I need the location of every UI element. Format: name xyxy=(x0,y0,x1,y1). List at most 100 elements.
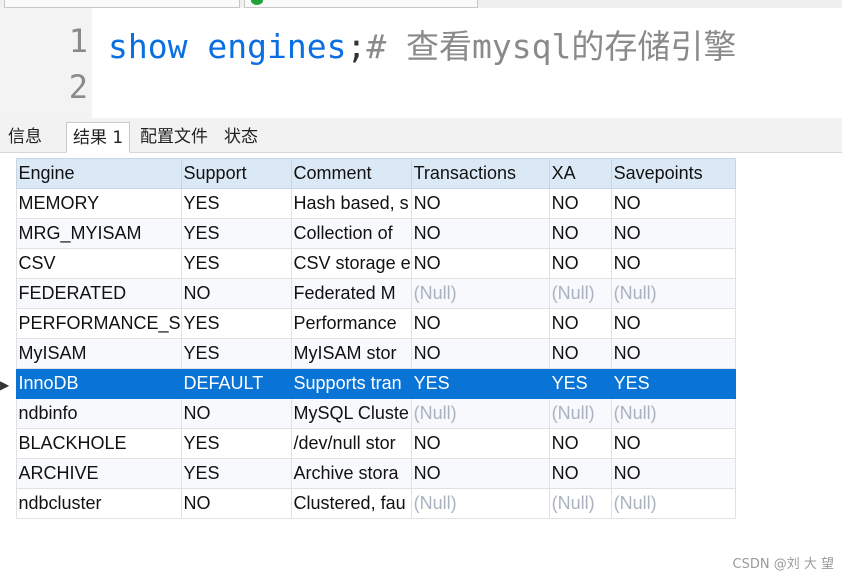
cell-engine[interactable]: ARCHIVE xyxy=(15,458,182,489)
cell-engine[interactable]: CSV xyxy=(15,248,182,279)
cell-engine[interactable]: MyISAM xyxy=(15,338,182,369)
cell-savepoints[interactable]: (Null) xyxy=(610,398,736,429)
cell-comment[interactable]: Performance xyxy=(290,308,412,339)
cell-comment[interactable]: Clustered, fau xyxy=(290,488,412,519)
table-row[interactable]: BLACKHOLE YES/dev/null stor NO NO NO xyxy=(0,428,736,459)
watermark: CSDN @刘 大 望 xyxy=(732,557,834,572)
table-row[interactable]: MEMORY YES Hash based, s NO NO NO xyxy=(0,188,736,219)
cell-engine[interactable]: MRG_MYISAM xyxy=(15,218,182,249)
cell-comment[interactable]: MySQL Cluste xyxy=(290,398,412,429)
cell-engine[interactable]: InnoDB xyxy=(15,368,182,399)
cell-transactions[interactable]: NO xyxy=(410,248,550,279)
cell-transactions[interactable]: NO xyxy=(410,308,550,339)
cell-savepoints[interactable]: YES xyxy=(610,368,736,399)
cell-support[interactable]: NO xyxy=(180,488,292,519)
cell-transactions[interactable]: NO xyxy=(410,428,550,459)
window-tab[interactable] xyxy=(244,0,478,8)
cell-comment[interactable]: Collection of xyxy=(290,218,412,249)
cell-support[interactable]: YES xyxy=(180,428,292,459)
cell-xa[interactable]: (Null) xyxy=(548,488,612,519)
column-header-comment[interactable]: Comment xyxy=(290,158,412,189)
cell-xa[interactable]: (Null) xyxy=(548,278,612,309)
code-line[interactable]: show engines;# 查看mysql的存储引擎 xyxy=(108,20,736,68)
table-row[interactable]: PERFORMANCE_S YES Performance NO NO NO xyxy=(0,308,736,339)
cell-comment[interactable]: /dev/null stor xyxy=(290,428,412,459)
cell-transactions[interactable]: (Null) xyxy=(410,398,550,429)
cell-transactions[interactable]: NO xyxy=(410,338,550,369)
table-row[interactable]: ARCHIVE YES Archive stora NO NO NO xyxy=(0,458,736,489)
column-header-engine[interactable]: Engine xyxy=(15,158,182,189)
cell-xa[interactable]: NO xyxy=(548,248,612,279)
row-indicator xyxy=(0,338,16,369)
cell-savepoints[interactable]: (Null) xyxy=(610,278,736,309)
cell-comment[interactable]: CSV storage e xyxy=(290,248,412,279)
sql-comment: # 查看mysql的存储引擎 xyxy=(366,27,737,66)
column-header-savepoints[interactable]: Savepoints xyxy=(610,158,736,189)
cell-savepoints[interactable]: NO xyxy=(610,308,736,339)
cell-xa[interactable]: YES xyxy=(548,368,612,399)
cell-comment[interactable]: MyISAM stor xyxy=(290,338,412,369)
table-row[interactable]: MyISAM YES MyISAM stor NO NO NO xyxy=(0,338,736,369)
cell-savepoints[interactable]: NO xyxy=(610,458,736,489)
cell-comment[interactable]: Hash based, s xyxy=(290,188,412,219)
cell-engine[interactable]: ndbinfo xyxy=(15,398,182,429)
cell-engine[interactable]: FEDERATED xyxy=(15,278,182,309)
table-row[interactable]: MRG_MYISAM YES Collection of NO NO NO xyxy=(0,218,736,249)
cell-savepoints[interactable]: NO xyxy=(610,218,736,249)
cell-support[interactable]: YES xyxy=(180,188,292,219)
column-header-xa[interactable]: XA xyxy=(548,158,612,189)
cell-support[interactable]: NO xyxy=(180,398,292,429)
cell-xa[interactable]: NO xyxy=(548,218,612,249)
row-indicator xyxy=(0,218,16,249)
table-row[interactable]: ndbcluster NO Clustered, fau (Null) (Null) (N… xyxy=(0,488,736,519)
cell-xa[interactable]: NO xyxy=(548,458,612,489)
row-indicator xyxy=(0,398,16,429)
cell-transactions[interactable]: (Null) xyxy=(410,488,550,519)
cell-comment[interactable]: Federated M xyxy=(290,278,412,309)
cell-transactions[interactable]: NO xyxy=(410,218,550,249)
cell-xa[interactable]: NO xyxy=(548,428,612,459)
column-header-support[interactable]: Support xyxy=(180,158,292,189)
tab-status[interactable]: 状态 xyxy=(218,122,264,152)
cell-engine[interactable]: MEMORY xyxy=(15,188,182,219)
line-number: 1 xyxy=(68,22,88,60)
cell-savepoints[interactable]: NO xyxy=(610,248,736,279)
cell-support[interactable]: YES xyxy=(180,218,292,249)
cell-transactions[interactable]: YES xyxy=(410,368,550,399)
cell-transactions[interactable]: NO xyxy=(410,188,550,219)
cell-xa[interactable]: NO xyxy=(548,338,612,369)
cell-transactions[interactable]: NO xyxy=(410,458,550,489)
cell-support[interactable]: YES xyxy=(180,458,292,489)
cell-xa[interactable]: NO xyxy=(548,188,612,219)
cell-savepoints[interactable]: (Null) xyxy=(610,488,736,519)
table-row[interactable]: FEDERATED NO Federated M (Null) (Null) (Null) xyxy=(0,278,736,309)
table-row[interactable]: CSV YES CSV storage e NO NO NO xyxy=(0,248,736,279)
cell-xa[interactable]: NO xyxy=(548,308,612,339)
column-header-transactions[interactable]: Transactions xyxy=(410,158,550,189)
cell-support[interactable]: DEFAULT xyxy=(180,368,292,399)
window-tab[interactable] xyxy=(4,0,240,8)
cell-engine[interactable]: PERFORMANCE_S xyxy=(15,308,182,339)
cell-support[interactable]: YES xyxy=(180,248,292,279)
cell-comment[interactable]: Archive stora xyxy=(290,458,412,489)
row-indicator xyxy=(0,188,16,219)
tab-profile[interactable]: 配置文件 xyxy=(134,122,214,152)
sql-editor[interactable]: 1 2 show engines;# 查看mysql的存储引擎 xyxy=(0,8,842,118)
cell-engine[interactable]: ndbcluster xyxy=(15,488,182,519)
tab-info[interactable]: 信息 xyxy=(2,122,48,152)
cell-xa[interactable]: (Null) xyxy=(548,398,612,429)
cell-support[interactable]: YES xyxy=(180,338,292,369)
cell-transactions[interactable]: (Null) xyxy=(410,278,550,309)
table-row[interactable]: ndbinfo NO MySQL Cluste (Null) (Null) (Null) xyxy=(0,398,736,429)
cell-savepoints[interactable]: NO xyxy=(610,188,736,219)
table-row[interactable]: ▶ InnoDB DEFAULT Supports tran YES YES YES xyxy=(0,368,736,399)
row-indicator xyxy=(0,278,16,309)
cell-support[interactable]: NO xyxy=(180,278,292,309)
cell-comment[interactable]: Supports tran xyxy=(290,368,412,399)
result-grid[interactable]: Engine Support Comment Transactions XA S… xyxy=(0,158,736,519)
tab-result-1[interactable]: 结果 1 xyxy=(66,122,131,153)
cell-support[interactable]: YES xyxy=(180,308,292,339)
cell-engine[interactable]: BLACKHOLE xyxy=(15,428,182,459)
cell-savepoints[interactable]: NO xyxy=(610,338,736,369)
cell-savepoints[interactable]: NO xyxy=(610,428,736,459)
